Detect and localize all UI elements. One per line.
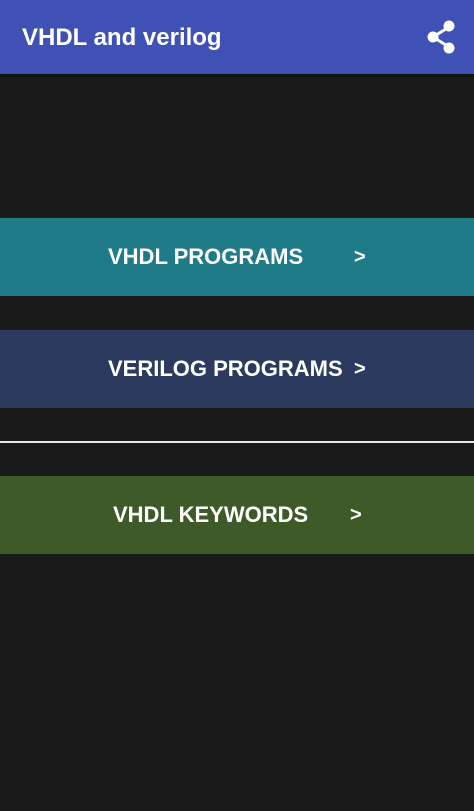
verilog-programs-button[interactable]: VERILOG PROGRAMS > [0, 330, 474, 408]
verilog-programs-label: VERILOG PROGRAMS [108, 356, 343, 381]
app-title: VHDL and verilog [22, 24, 222, 51]
chevron-right-icon: > [354, 358, 366, 380]
vhdl-programs-label: VHDL PROGRAMS [108, 244, 304, 269]
vhdl-keywords-button[interactable]: VHDL KEYWORDS > [0, 476, 474, 554]
vhdl-keywords-label: VHDL KEYWORDS [113, 502, 309, 527]
share-icon [427, 20, 455, 54]
chevron-right-icon: > [350, 504, 362, 526]
chevron-right-icon: > [354, 246, 366, 268]
share-button[interactable] [420, 16, 464, 60]
vhdl-programs-button[interactable]: VHDL PROGRAMS > [0, 218, 474, 296]
app-bar: VHDL and verilog [0, 0, 474, 74]
divider [0, 441, 474, 443]
app-screen: VHDL and verilog VHDL PROGRAMS > VERILOG… [0, 0, 474, 811]
